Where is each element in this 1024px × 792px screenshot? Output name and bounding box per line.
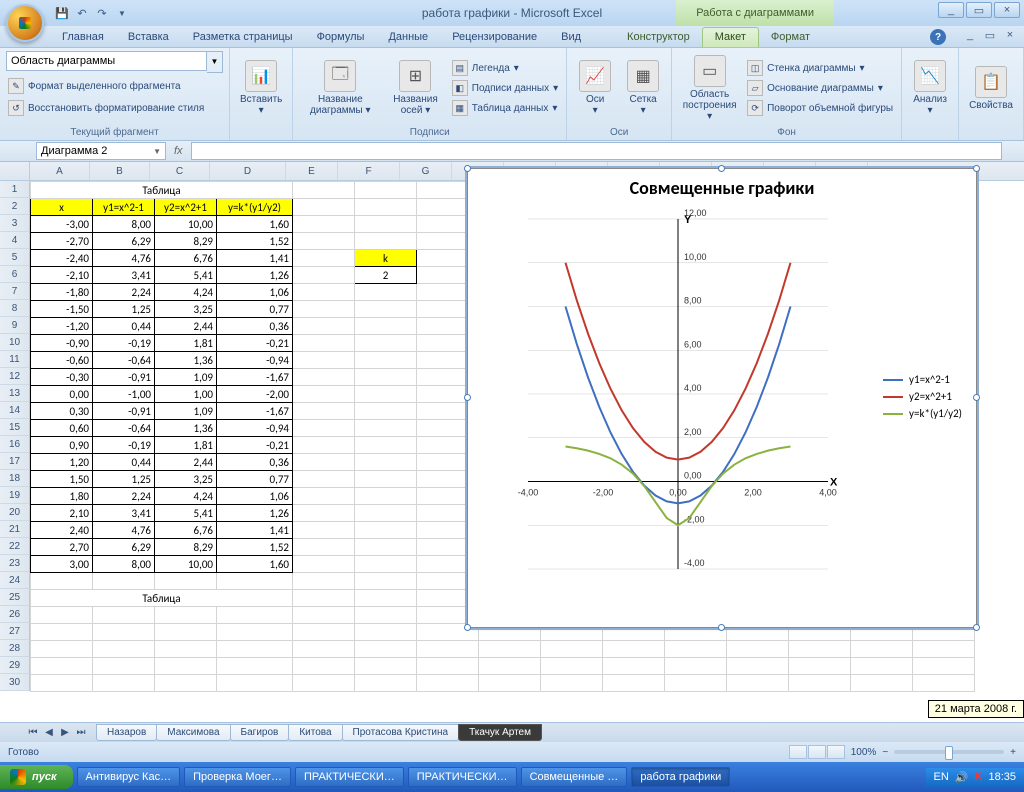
undo-icon[interactable]: ↶ [74,5,90,21]
zoom-level[interactable]: 100% [851,747,877,758]
view-layout[interactable] [808,745,826,759]
zoom-in[interactable]: + [1010,747,1016,758]
tray-kaspersky-icon[interactable]: K [975,771,983,783]
save-icon[interactable]: 💾 [54,5,70,21]
reset-style-button[interactable]: ↺Восстановить форматирование стиля [6,99,223,117]
quick-access-toolbar: 💾 ↶ ↷ ▼ [54,5,130,21]
chart-legend[interactable]: y1=x^2-1y2=x^2+1y=k*(y1/y2) [883,369,962,424]
taskbar-item[interactable]: Проверка Моег… [184,767,291,787]
svg-text:6,00: 6,00 [684,339,702,349]
help-icon[interactable]: ? [930,29,946,45]
mdi-minimize[interactable]: _ [962,28,978,42]
data-table-button[interactable]: ▦Таблица данных ▾ [450,99,560,117]
svg-text:-4,00: -4,00 [518,488,539,498]
tab-layout[interactable]: Макет [702,27,759,47]
tab-nav-next[interactable]: ▶ [58,727,72,738]
tab-design[interactable]: Конструктор [615,28,702,47]
tray-date-tooltip: 21 марта 2008 г. [928,700,1024,718]
legend-button[interactable]: ▤Легенда ▾ [450,59,560,77]
zoom-slider[interactable] [894,750,1004,754]
svg-text:10,00: 10,00 [684,252,707,262]
redo-icon[interactable]: ↷ [94,5,110,21]
insert-button[interactable]: 📊Вставить▾ [236,58,286,118]
minimize-button[interactable]: _ [938,2,964,18]
window-title: работа графики - Microsoft Excel [0,6,1024,20]
taskbar-item[interactable]: Совмещенные … [521,767,628,787]
status-ready: Готово [8,747,39,758]
svg-text:0,00: 0,00 [684,471,702,481]
tab-insert[interactable]: Вставка [116,28,181,47]
start-button[interactable]: пуск [0,765,73,789]
tab-formulas[interactable]: Формулы [305,28,377,47]
taskbar-item[interactable]: ПРАКТИЧЕСКИ… [408,767,517,787]
office-button[interactable] [6,4,44,42]
sheet-tab[interactable]: Ткачук Артем [458,724,542,741]
tab-home[interactable]: Главная [50,28,116,47]
taskbar-item[interactable]: работа графики [631,767,730,787]
svg-text:4,00: 4,00 [684,383,702,393]
row-headers[interactable]: 1234567891011121314151617181920212223242… [0,181,30,691]
sheet-tab[interactable]: Протасова Кристина [342,724,460,741]
formula-bar[interactable] [191,142,1002,160]
tab-page-layout[interactable]: Разметка страницы [181,28,305,47]
tab-nav-last[interactable]: ⏭ [74,727,88,738]
gridlines-button[interactable]: ▦Сетка▾ [621,58,665,118]
data-labels-button[interactable]: ◧Подписи данных ▾ [450,79,560,97]
view-pagebreak[interactable] [827,745,845,759]
chart-wall-button[interactable]: ◫Стенка диаграммы ▾ [745,59,895,77]
axis-titles-button[interactable]: ⊞Названия осей ▾ [385,58,446,118]
svg-text:-2,00: -2,00 [593,488,614,498]
chart-title[interactable]: Совмещенные графики [468,177,976,199]
tab-review[interactable]: Рецензирование [440,28,549,47]
tab-nav-prev[interactable]: ◀ [42,727,56,738]
taskbar-item[interactable]: Антивирус Кас… [77,767,181,787]
sheet-tab[interactable]: Назаров [96,724,157,741]
tab-view[interactable]: Вид [549,28,593,47]
fx-icon[interactable]: fx [174,145,183,157]
svg-text:X: X [830,477,838,489]
qat-dropdown-icon[interactable]: ▼ [114,5,130,21]
axes-button[interactable]: 📈Оси▾ [573,58,617,118]
plot-area[interactable]: -4,00-2,000,002,004,006,008,0010,0012,00… [488,209,838,599]
properties-button[interactable]: 📋Свойства [965,64,1017,113]
chart-floor-button[interactable]: ▱Основание диаграммы ▾ [745,79,895,97]
svg-text:8,00: 8,00 [684,296,702,306]
restore-button[interactable]: ▭ [966,2,992,18]
mdi-close[interactable]: × [1002,28,1018,42]
view-normal[interactable] [789,745,807,759]
tray-clock[interactable]: 18:35 [988,771,1016,783]
rotation-button[interactable]: ⟳Поворот объемной фигуры [745,99,895,117]
tab-data[interactable]: Данные [376,28,440,47]
chart-element-selector[interactable] [6,51,207,71]
contextual-tab-label: Работа с диаграммами [676,0,834,26]
group-labels: Подписи [299,125,560,140]
group-axes: Оси [573,125,665,140]
tab-nav-first[interactable]: ⏮ [26,727,40,738]
sheet-tab[interactable]: Максимова [156,724,230,741]
sheet-tab[interactable]: Китова [288,724,342,741]
svg-text:4,00: 4,00 [819,488,837,498]
embedded-chart[interactable]: Совмещенные графики -4,00 -2,00 0,00 2,00 4,… [467,168,977,628]
analysis-button[interactable]: 📉Анализ▾ [908,58,952,118]
chart-title-button[interactable]: 🗔Название диаграммы ▾ [299,58,381,118]
name-box[interactable]: Диаграмма 2▼ [36,142,166,160]
format-selection-button[interactable]: ✎Формат выделенного фрагмента [6,77,223,95]
tray-lang[interactable]: EN [934,771,949,783]
plot-area-button[interactable]: ▭Область построения ▾ [678,53,741,124]
zoom-out[interactable]: − [882,747,888,758]
svg-text:-4,00: -4,00 [684,558,705,568]
select-all-corner[interactable] [0,162,30,181]
svg-text:Y: Y [684,214,692,226]
svg-text:2,00: 2,00 [744,488,762,498]
group-background: Фон [678,125,895,140]
taskbar-item[interactable]: ПРАКТИЧЕСКИ… [295,767,404,787]
close-button[interactable]: × [994,2,1020,18]
group-current-selection: Текущий фрагмент [6,125,223,140]
svg-text:2,00: 2,00 [684,427,702,437]
tab-format[interactable]: Формат [759,28,822,47]
mdi-restore[interactable]: ▭ [982,28,998,42]
sheet-tab[interactable]: Багиров [230,724,290,741]
tray-icon[interactable]: 🔊 [955,771,969,784]
